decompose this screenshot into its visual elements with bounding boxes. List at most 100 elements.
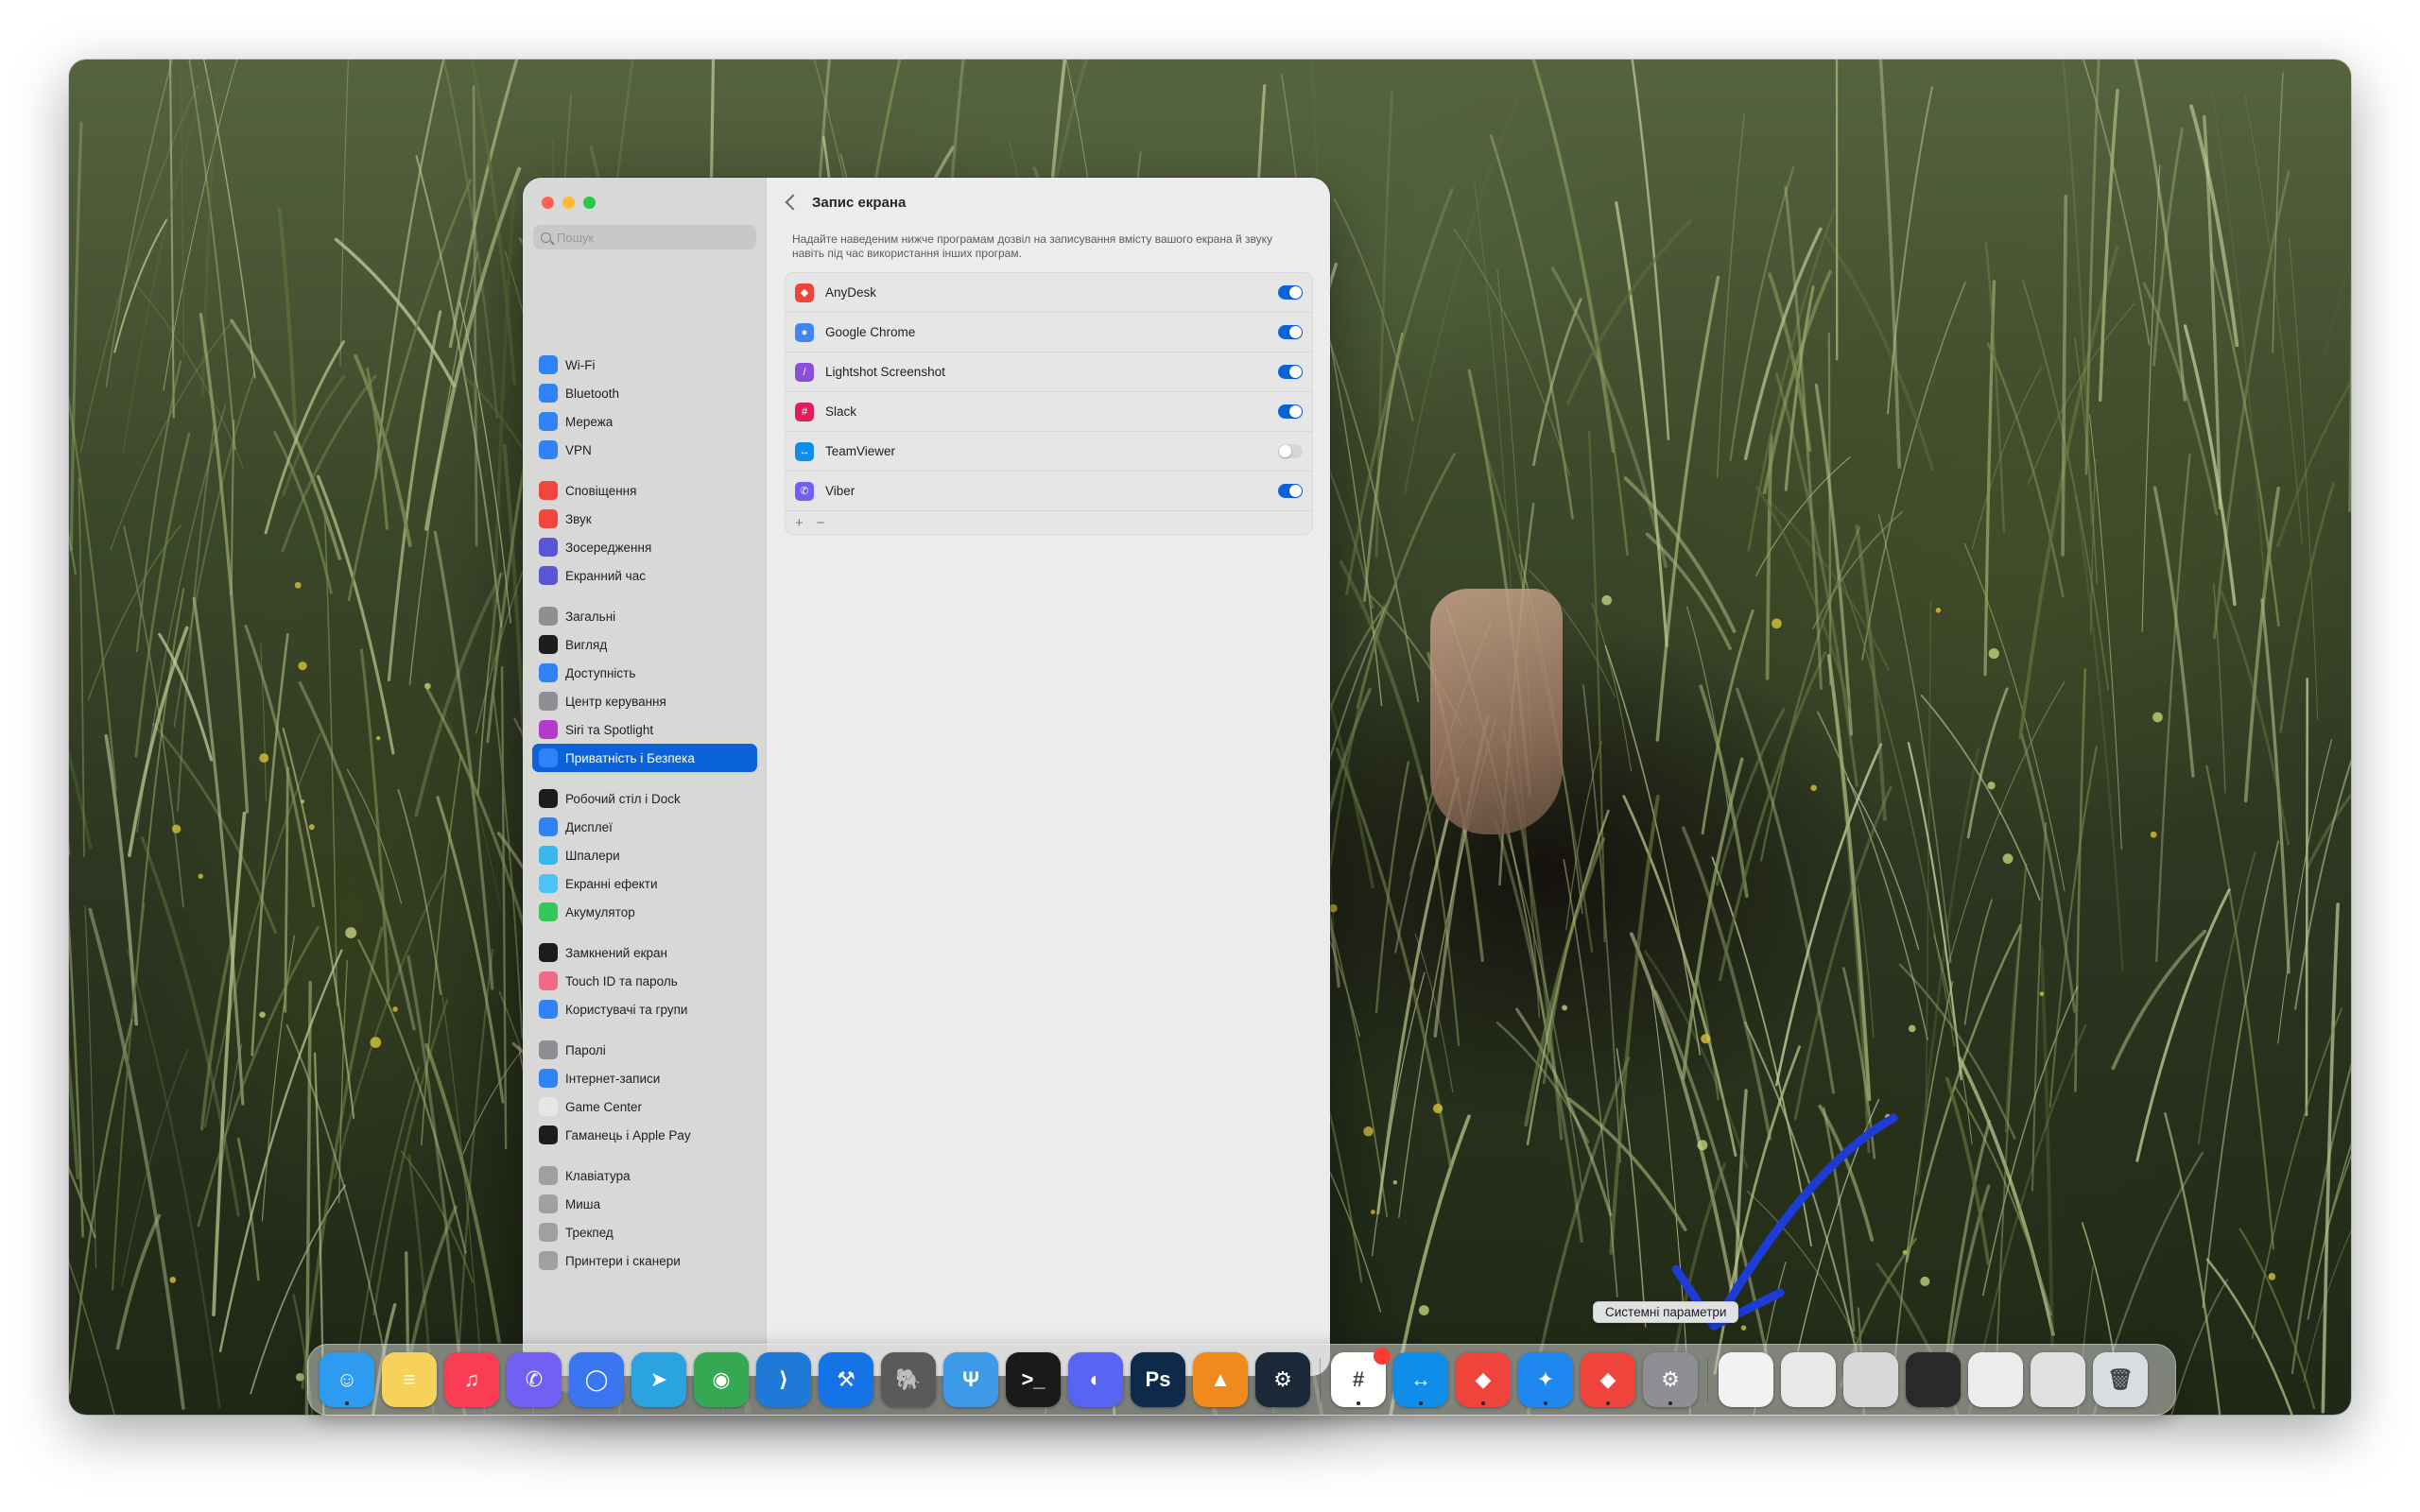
wildflower xyxy=(1772,618,1782,629)
permission-toggle[interactable] xyxy=(1278,444,1303,458)
dock-window-preview-6-icon[interactable] xyxy=(2031,1352,2085,1407)
remove-app-button[interactable]: − xyxy=(817,515,825,531)
dock-finder-icon[interactable]: ☺ xyxy=(320,1352,374,1407)
sidebar-item-fingerprint[interactable]: Touch ID та пароль xyxy=(532,967,757,995)
grass-blade xyxy=(105,60,173,387)
sidebar-item-printer[interactable]: Принтери і сканери xyxy=(532,1246,757,1275)
dock-discord-icon[interactable]: ◐ xyxy=(1068,1352,1123,1407)
grass-blade xyxy=(1374,761,1410,1014)
sidebar-item-game-center[interactable]: Game Center xyxy=(532,1092,757,1121)
dock-vscode-icon[interactable]: ⟩ xyxy=(756,1352,811,1407)
page-description: Надайте наведеним нижче програмам дозвіл… xyxy=(792,232,1273,260)
grass-blade xyxy=(2260,598,2290,974)
sidebar-item-globe[interactable]: Мережа xyxy=(532,407,757,436)
permission-toggle[interactable] xyxy=(1278,325,1303,339)
dock-signal-icon[interactable]: ◯ xyxy=(569,1352,624,1407)
search-field[interactable] xyxy=(533,225,756,249)
gear-icon xyxy=(539,607,558,626)
dock-photoshop-icon[interactable]: Ps xyxy=(1131,1352,1185,1407)
permission-toggle[interactable] xyxy=(1278,285,1303,300)
sidebar-item-wallet[interactable]: Гаманець і Apple Pay xyxy=(532,1121,757,1149)
sidebar-item-dock[interactable]: Робочий стіл і Dock xyxy=(532,784,757,813)
dock-trash-icon[interactable]: 🗑 xyxy=(2093,1352,2148,1407)
dock-telegram-icon[interactable]: ➤ xyxy=(631,1352,686,1407)
dock-window-preview-2-icon[interactable] xyxy=(1781,1352,1836,1407)
sidebar-item-siri[interactable]: Siri та Spotlight xyxy=(532,715,757,744)
permission-toggle[interactable] xyxy=(1278,404,1303,419)
running-indicator xyxy=(1481,1401,1485,1405)
dock-chrome-icon[interactable]: ◉ xyxy=(694,1352,749,1407)
sidebar-item-wifi[interactable]: Wi-Fi xyxy=(532,351,757,379)
sidebar-item-battery[interactable]: Акумулятор xyxy=(532,898,757,926)
sidebar-item-bell[interactable]: Сповіщення xyxy=(532,476,757,505)
sidebar-item-bluetooth[interactable]: Bluetooth xyxy=(532,379,757,407)
dock-safari-icon[interactable]: ✦ xyxy=(1518,1352,1573,1407)
sidebar-item-accessibility[interactable]: Доступність xyxy=(532,659,757,687)
sidebar-item-trackpad[interactable]: Трекпед xyxy=(532,1218,757,1246)
dock-anydesk-icon[interactable]: ◆ xyxy=(1456,1352,1511,1407)
sun-icon xyxy=(539,817,558,836)
printer-icon xyxy=(539,1251,558,1270)
dock-music-icon[interactable]: ♫ xyxy=(444,1352,499,1407)
sidebar-item-users[interactable]: Користувачі та групи xyxy=(532,995,757,1023)
dock-tableplus-icon[interactable]: 🐘 xyxy=(881,1352,936,1407)
minimize-button[interactable] xyxy=(562,197,575,209)
sidebar-item-hand[interactable]: Приватність і Безпека xyxy=(532,744,757,772)
dock-system-settings-icon[interactable]: ⚙ xyxy=(1643,1352,1698,1407)
wildflower xyxy=(392,1006,398,1012)
sidebar-item-label: Siri та Spotlight xyxy=(565,722,654,737)
search-input[interactable] xyxy=(557,230,746,245)
sidebar-item-key[interactable]: Паролі xyxy=(532,1036,757,1064)
sidebar-item-speaker[interactable]: Звук xyxy=(532,505,757,533)
sidebar-item-label: Замкнений екран xyxy=(565,945,667,960)
dock-xcode-icon[interactable]: ⚒ xyxy=(819,1352,873,1407)
sidebar-item-label: Wi-Fi xyxy=(565,357,596,372)
dock-window-preview-4-icon[interactable] xyxy=(1906,1352,1961,1407)
grass-blade xyxy=(1609,794,1660,1255)
sidebar-item-label: Приватність і Безпека xyxy=(565,750,695,765)
sidebar-group: Клавіатура Миша Трекпед Принтери і сканери xyxy=(532,1161,757,1275)
sidebar-item-keyboard[interactable]: Клавіатура xyxy=(532,1161,757,1190)
wildflower xyxy=(1935,608,1942,613)
sidebar-item-mouse[interactable]: Миша xyxy=(532,1190,757,1218)
sidebar-item-lock-screen[interactable]: Замкнений екран xyxy=(532,938,757,967)
hourglass-icon xyxy=(539,566,558,585)
dock-teamviewer-icon[interactable]: ↔ xyxy=(1393,1352,1448,1407)
sidebar-item-control-center[interactable]: Центр керування xyxy=(532,687,757,715)
permission-toggle[interactable] xyxy=(1278,484,1303,498)
close-button[interactable] xyxy=(542,197,554,209)
sidebar-item-hourglass[interactable]: Екранний час xyxy=(532,561,757,590)
dock-vlc-icon[interactable]: ▲ xyxy=(1193,1352,1248,1407)
dock-slack-icon[interactable]: # xyxy=(1331,1348,1391,1407)
dock-window-preview-1-icon[interactable] xyxy=(1719,1352,1773,1407)
zoom-button[interactable] xyxy=(583,197,596,209)
dock-window-preview-5-icon[interactable] xyxy=(1968,1352,2023,1407)
grass-blade xyxy=(2348,245,2351,512)
grass-blade xyxy=(1824,234,1934,471)
dock-anydesk-2-icon[interactable]: ◆ xyxy=(1581,1352,1635,1407)
sidebar-item-wallpaper[interactable]: Шпалери xyxy=(532,841,757,869)
dock-viber-icon[interactable]: ✆ xyxy=(507,1352,562,1407)
grass-blade xyxy=(2243,486,2281,803)
wallpaper-icon xyxy=(539,846,558,865)
dock-steam-icon[interactable]: ⚙ xyxy=(1255,1352,1310,1407)
sidebar-item-screensaver[interactable]: Екранні ефекти xyxy=(532,869,757,898)
dock-window-preview-3-icon[interactable] xyxy=(1843,1352,1898,1407)
dock-fork-icon[interactable]: Ψ xyxy=(943,1352,998,1407)
sidebar-item-sun[interactable]: Дисплеї xyxy=(532,813,757,841)
sidebar-item-vpn[interactable]: VPN xyxy=(532,436,757,464)
permission-toggle[interactable] xyxy=(1278,365,1303,379)
add-app-button[interactable]: + xyxy=(795,515,804,531)
dock-notes-icon[interactable]: ≡ xyxy=(382,1352,437,1407)
sidebar-item-label: VPN xyxy=(565,442,592,457)
sidebar-item-gear[interactable]: Загальні xyxy=(532,602,757,630)
grass-blade xyxy=(1743,227,1823,461)
sidebar-item-at[interactable]: Інтернет-записи xyxy=(532,1064,757,1092)
back-chevron-icon[interactable] xyxy=(785,194,802,211)
sidebar-item-moon[interactable]: Зосередження xyxy=(532,533,757,561)
slack-icon: # xyxy=(795,402,814,421)
sidebar-item-appearance[interactable]: Вигляд xyxy=(532,630,757,659)
key-icon xyxy=(539,1040,558,1059)
mouse-icon xyxy=(539,1194,558,1213)
dock-terminal-icon[interactable]: >_ xyxy=(1006,1352,1061,1407)
